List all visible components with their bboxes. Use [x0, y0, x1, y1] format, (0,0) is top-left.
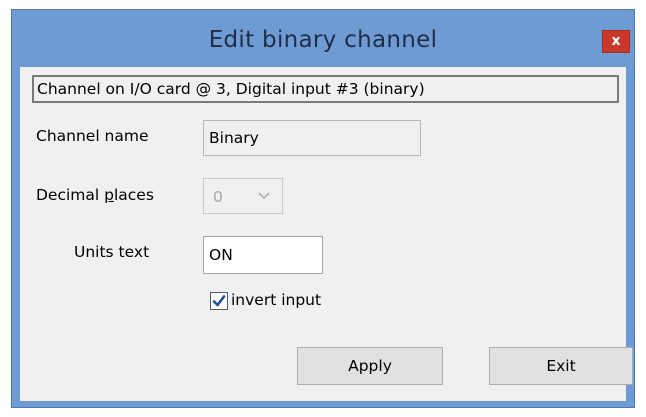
- channel-name-label: Channel name: [36, 127, 149, 145]
- units-text-field[interactable]: ON: [203, 236, 323, 274]
- decimal-places-label: Decimal places: [36, 186, 154, 204]
- decimal-places-value: 0: [213, 188, 223, 206]
- title-bar[interactable]: Edit binary channel x: [12, 10, 634, 65]
- channel-name-field[interactable]: Binary: [203, 120, 421, 156]
- dialog-client-area: Channel on I/O card @ 3, Digital input #…: [20, 67, 633, 401]
- apply-button[interactable]: Apply: [297, 347, 443, 385]
- edit-binary-channel-dialog: Edit binary channel x Channel on I/O car…: [11, 9, 635, 408]
- invert-input-label[interactable]: invert input: [231, 291, 321, 309]
- channel-info-text: Channel on I/O card @ 3, Digital input #…: [32, 75, 619, 103]
- dialog-title: Edit binary channel: [208, 27, 438, 53]
- chevron-down-icon: [258, 192, 270, 200]
- decimal-places-select[interactable]: 0: [203, 178, 283, 214]
- invert-input-checkbox[interactable]: [210, 292, 228, 310]
- units-text-label: Units text: [74, 243, 150, 261]
- exit-button[interactable]: Exit: [489, 347, 633, 385]
- close-icon: x: [611, 33, 621, 49]
- checkmark-icon: [212, 295, 226, 307]
- close-button[interactable]: x: [602, 30, 630, 53]
